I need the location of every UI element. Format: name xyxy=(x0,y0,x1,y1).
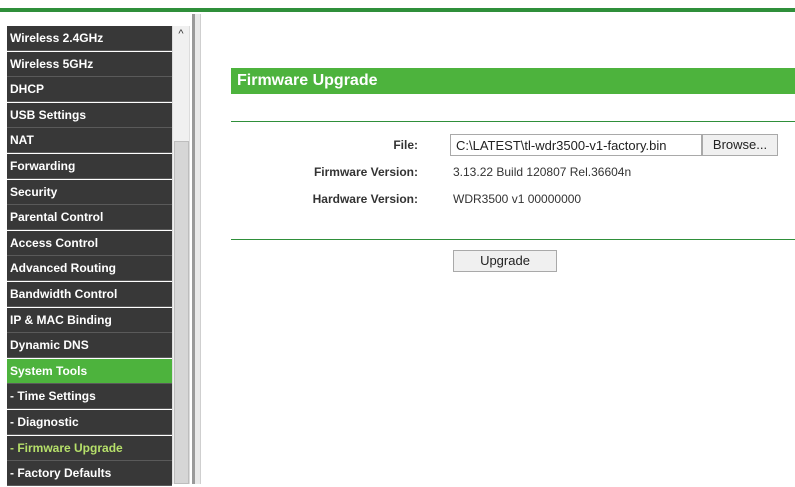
sidebar-item-firmware-upgrade[interactable]: - Firmware Upgrade xyxy=(7,435,172,461)
firmware-version-value: 3.13.22 Build 120807 Rel.36604n xyxy=(453,165,632,179)
sidebar-item-advanced-routing[interactable]: Advanced Routing xyxy=(7,256,172,282)
sidebar-item-access-control[interactable]: Access Control xyxy=(7,230,172,256)
file-label: File: xyxy=(393,138,418,152)
sidebar-item-dynamic-dns[interactable]: Dynamic DNS xyxy=(7,333,172,359)
banner-accent-line xyxy=(0,8,795,12)
sidebar-item-factory-defaults[interactable]: - Factory Defaults xyxy=(7,461,172,487)
file-path-field[interactable] xyxy=(450,134,702,156)
chevron-up-icon[interactable]: ^ xyxy=(173,26,189,42)
sidebar-item-nat[interactable]: NAT xyxy=(7,128,172,154)
sidebar-item-bandwidth-control[interactable]: Bandwidth Control xyxy=(7,281,172,307)
upgrade-button[interactable]: Upgrade xyxy=(453,250,557,272)
hardware-version-label: Hardware Version: xyxy=(312,192,418,206)
firmware-version-label: Firmware Version: xyxy=(313,165,418,179)
browse-button[interactable]: Browse... xyxy=(702,134,778,156)
sidebar-item-usb-settings[interactable]: USB Settings xyxy=(7,102,172,128)
sidebar-item-dhcp[interactable]: DHCP xyxy=(7,77,172,103)
sidebar-item-security[interactable]: Security xyxy=(7,179,172,205)
sidebar-item-wireless-5ghz[interactable]: Wireless 5GHz xyxy=(7,51,172,77)
sidebar-item-parental-control[interactable]: Parental Control xyxy=(7,205,172,231)
sidebar: Wireless 2.4GHz Wireless 5GHz DHCP USB S… xyxy=(0,26,190,487)
top-divider xyxy=(231,121,795,122)
section-header: Firmware Upgrade xyxy=(231,68,795,94)
hardware-version-value: WDR3500 v1 00000000 xyxy=(453,192,582,206)
top-banner xyxy=(0,0,795,14)
frame-divider-edge xyxy=(195,14,201,484)
sidebar-item-ip-mac-binding[interactable]: IP & MAC Binding xyxy=(7,307,172,333)
sidebar-item-system-tools[interactable]: System Tools xyxy=(7,358,172,384)
scrollbar-thumb[interactable] xyxy=(174,141,189,484)
sidebar-item-time-settings[interactable]: - Time Settings xyxy=(7,384,172,410)
sidebar-scrollbar[interactable]: ^ xyxy=(172,26,190,484)
sidebar-menu: Wireless 2.4GHz Wireless 5GHz DHCP USB S… xyxy=(7,26,172,487)
page-title: Firmware Upgrade xyxy=(237,72,378,89)
sidebar-item-diagnostic[interactable]: - Diagnostic xyxy=(7,409,172,435)
sidebar-item-wireless-24ghz[interactable]: Wireless 2.4GHz xyxy=(7,26,172,51)
bottom-divider xyxy=(231,239,795,240)
sidebar-item-forwarding[interactable]: Forwarding xyxy=(7,153,172,179)
